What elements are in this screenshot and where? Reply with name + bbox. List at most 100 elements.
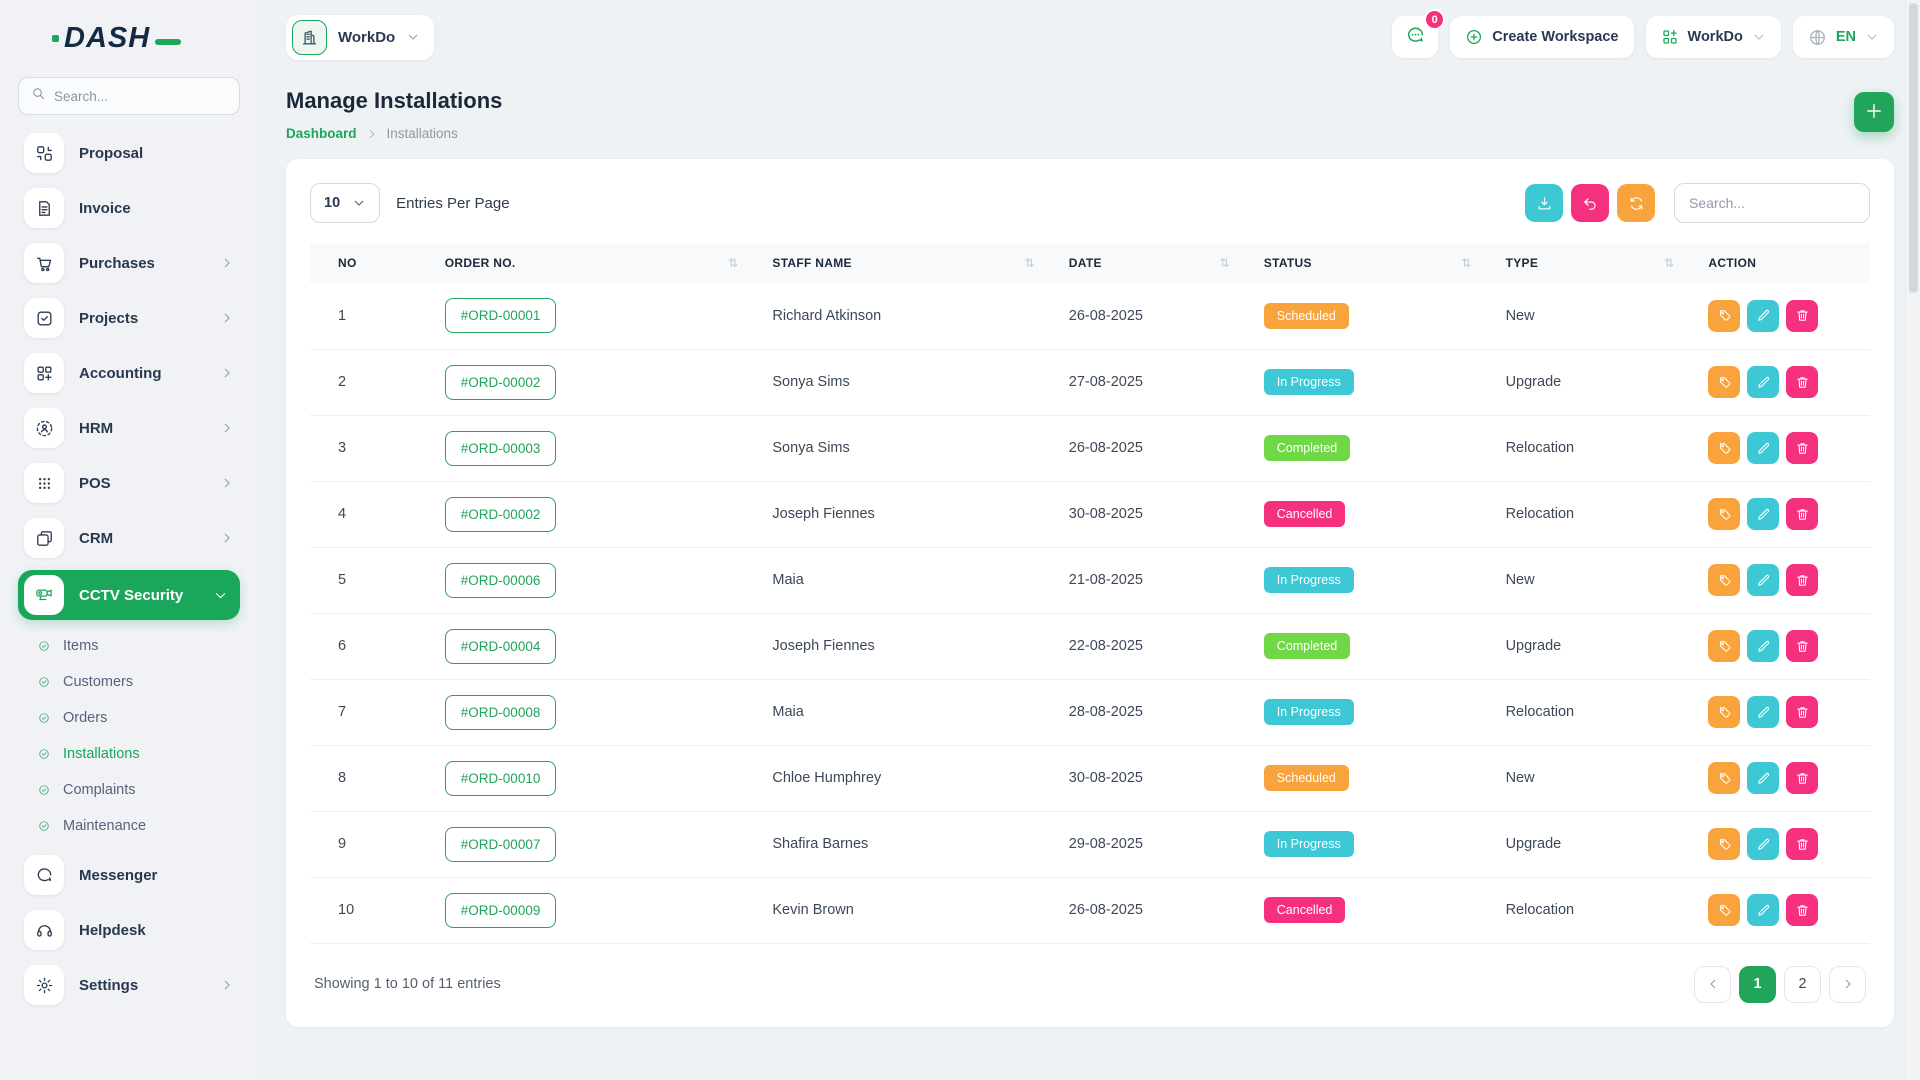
sort-icon[interactable]: ⇅: [728, 256, 752, 270]
breadcrumb-dashboard-link[interactable]: Dashboard: [286, 126, 357, 141]
edit-button[interactable]: [1747, 828, 1779, 860]
edit-button[interactable]: [1747, 498, 1779, 530]
edit-button[interactable]: [1747, 300, 1779, 332]
delete-button[interactable]: [1786, 828, 1818, 860]
invoice-icon: [24, 188, 64, 228]
pagination-prev-button[interactable]: [1694, 966, 1731, 1003]
chevron-down-icon: [406, 30, 420, 44]
sort-icon[interactable]: ⇅: [1664, 256, 1688, 270]
sidebar-item-label: Helpdesk: [79, 922, 146, 939]
column-header-status[interactable]: STATUS⇅: [1254, 243, 1496, 283]
undo-button[interactable]: [1571, 184, 1609, 222]
order-number-badge[interactable]: #ORD-00007: [445, 827, 557, 862]
sidebar-subitem-complaints[interactable]: Complaints: [18, 772, 240, 808]
sidebar-group-cctv-security[interactable]: CCTV Security: [18, 570, 240, 620]
sidebar-item-invoice[interactable]: Invoice: [18, 184, 240, 232]
delete-button[interactable]: [1786, 630, 1818, 662]
add-installation-button[interactable]: [1854, 92, 1894, 132]
edit-button[interactable]: [1747, 762, 1779, 794]
delete-button[interactable]: [1786, 762, 1818, 794]
workspace-name: WorkDo: [338, 29, 395, 46]
page-header: Manage Installations Dashboard Installat…: [286, 88, 1894, 141]
delete-button[interactable]: [1786, 366, 1818, 398]
language-selector[interactable]: EN: [1793, 16, 1894, 58]
order-number-badge[interactable]: #ORD-00002: [445, 497, 557, 532]
edit-button[interactable]: [1747, 696, 1779, 728]
sidebar-item-pos[interactable]: POS: [18, 459, 240, 507]
workspace-selector[interactable]: WorkDo: [286, 15, 434, 60]
scrollbar[interactable]: [1905, 0, 1920, 1080]
delete-button[interactable]: [1786, 432, 1818, 464]
tag-button[interactable]: [1708, 630, 1740, 662]
tag-button[interactable]: [1708, 366, 1740, 398]
entries-per-page-select[interactable]: 10: [310, 183, 380, 223]
sidebar-subitem-customers[interactable]: Customers: [18, 664, 240, 700]
sidebar-item-settings[interactable]: Settings: [18, 961, 240, 1009]
edit-button[interactable]: [1747, 564, 1779, 596]
delete-button[interactable]: [1786, 696, 1818, 728]
order-number-badge[interactable]: #ORD-00010: [445, 761, 557, 796]
refresh-button[interactable]: [1617, 184, 1655, 222]
edit-button[interactable]: [1747, 432, 1779, 464]
pagination-page-2[interactable]: 2: [1784, 966, 1821, 1003]
delete-button[interactable]: [1786, 498, 1818, 530]
create-workspace-button[interactable]: Create Workspace: [1450, 16, 1633, 58]
column-label: TYPE: [1506, 256, 1539, 270]
tag-button[interactable]: [1708, 894, 1740, 926]
sort-icon[interactable]: ⇅: [1219, 256, 1243, 270]
table-search-input[interactable]: [1674, 183, 1870, 223]
toolbar-actions: [1525, 183, 1870, 223]
sidebar-item-messenger[interactable]: Messenger: [18, 851, 240, 899]
order-number-badge[interactable]: #ORD-00009: [445, 893, 557, 928]
order-number-badge[interactable]: #ORD-00006: [445, 563, 557, 598]
edit-button[interactable]: [1747, 630, 1779, 662]
workdo-menu-button[interactable]: WorkDo: [1646, 16, 1781, 58]
edit-button[interactable]: [1747, 366, 1779, 398]
sidebar: DASH Proposal Invoice Purchases Projects Acc…: [0, 0, 256, 1080]
sidebar-subitem-installations[interactable]: Installations: [18, 736, 240, 772]
sidebar-item-purchases[interactable]: Purchases: [18, 239, 240, 287]
table-row: 7#ORD-00008Maia28-08-2025In ProgressRelo…: [310, 679, 1870, 745]
pagination-next-button[interactable]: [1829, 966, 1866, 1003]
column-header-type[interactable]: TYPE ⇅: [1496, 243, 1699, 283]
logo[interactable]: DASH: [18, 16, 240, 57]
sidebar-item-proposal[interactable]: Proposal: [18, 129, 240, 177]
order-number-badge[interactable]: #ORD-00008: [445, 695, 557, 730]
order-number-badge[interactable]: #ORD-00003: [445, 431, 557, 466]
sidebar-subitem-maintenance[interactable]: Maintenance: [18, 808, 240, 844]
column-header-order-no[interactable]: ORDER NO.⇅: [435, 243, 763, 283]
column-header-date[interactable]: DATE⇅: [1059, 243, 1254, 283]
edit-button[interactable]: [1747, 894, 1779, 926]
pagination-page-1[interactable]: 1: [1739, 966, 1776, 1003]
sort-icon[interactable]: ⇅: [1024, 256, 1048, 270]
column-header-staff-name[interactable]: STAFF NAME⇅: [762, 243, 1058, 283]
order-number-badge[interactable]: #ORD-00002: [445, 365, 557, 400]
chevron-left-icon: [1706, 977, 1720, 991]
tag-button[interactable]: [1708, 828, 1740, 860]
delete-button[interactable]: [1786, 300, 1818, 332]
export-button[interactable]: [1525, 184, 1563, 222]
sidebar-subitem-items[interactable]: Items: [18, 628, 240, 664]
order-number-badge[interactable]: #ORD-00001: [445, 298, 557, 333]
tag-button[interactable]: [1708, 432, 1740, 464]
tag-button[interactable]: [1708, 696, 1740, 728]
sidebar-search-input[interactable]: [54, 89, 227, 104]
delete-button[interactable]: [1786, 564, 1818, 596]
sidebar-item-crm[interactable]: CRM: [18, 514, 240, 562]
sidebar-item-helpdesk[interactable]: Helpdesk: [18, 906, 240, 954]
messages-button[interactable]: 0: [1392, 16, 1438, 58]
delete-button[interactable]: [1786, 894, 1818, 926]
tag-button[interactable]: [1708, 498, 1740, 530]
sidebar-item-hrm[interactable]: HRM: [18, 404, 240, 452]
row-number: 3: [310, 415, 435, 481]
scrollbar-thumb[interactable]: [1909, 3, 1918, 293]
tag-button[interactable]: [1708, 564, 1740, 596]
row-actions: [1698, 613, 1870, 679]
order-number-badge[interactable]: #ORD-00004: [445, 629, 557, 664]
tag-button[interactable]: [1708, 300, 1740, 332]
sidebar-item-projects[interactable]: Projects: [18, 294, 240, 342]
sidebar-item-accounting[interactable]: Accounting: [18, 349, 240, 397]
tag-button[interactable]: [1708, 762, 1740, 794]
sort-icon[interactable]: ⇅: [1461, 256, 1485, 270]
sidebar-subitem-orders[interactable]: Orders: [18, 700, 240, 736]
